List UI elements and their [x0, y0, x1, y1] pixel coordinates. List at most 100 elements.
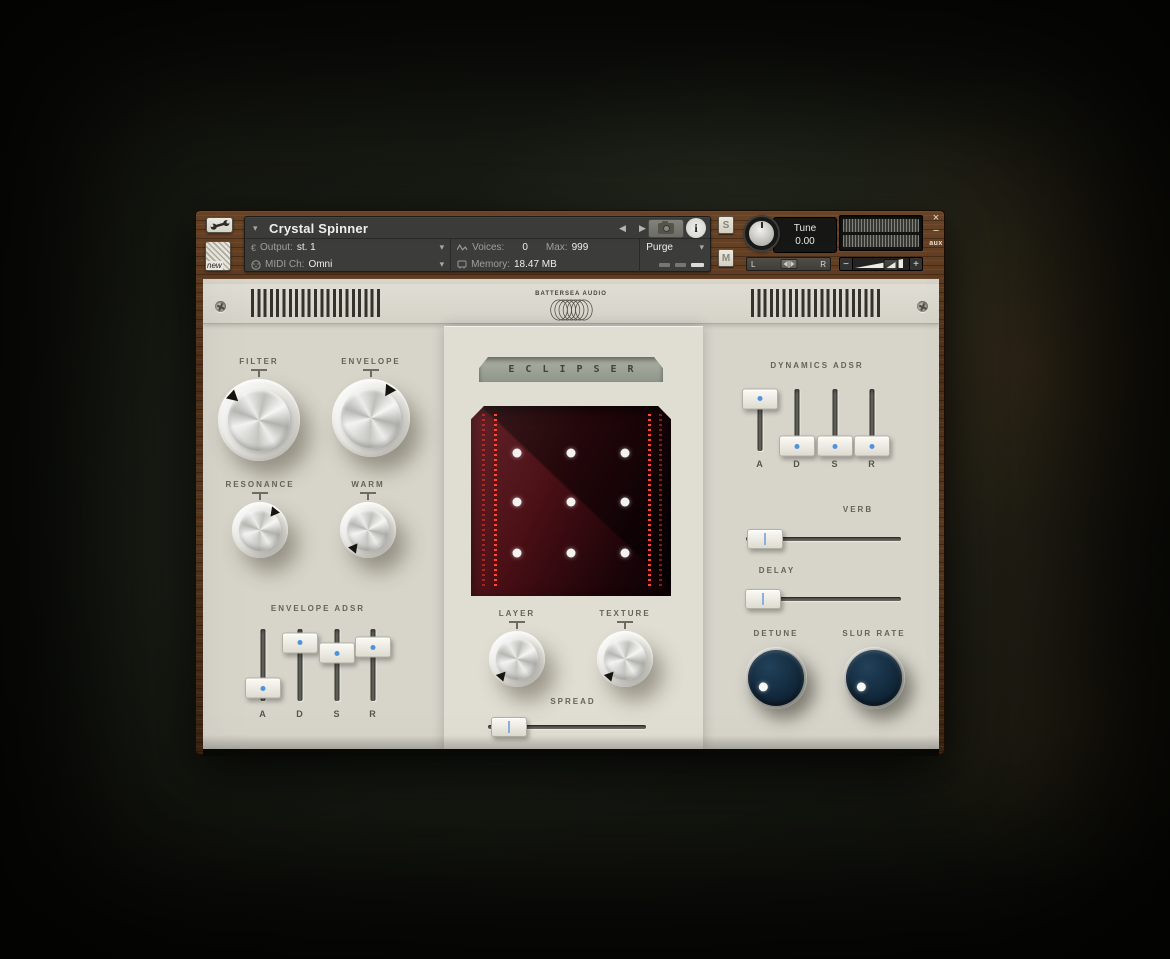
verb-label: VERB	[818, 505, 898, 514]
led-column	[494, 414, 497, 588]
env-release-slider[interactable]: R	[355, 629, 391, 701]
spread-slider[interactable]	[488, 717, 646, 737]
midi-caret-icon: ▾	[440, 259, 445, 270]
dynamics-adsr-title: DYNAMICS ADSR	[737, 361, 897, 370]
slider-handle[interactable]	[745, 589, 781, 609]
xy-grid-dot[interactable]	[513, 549, 522, 558]
slider-handle[interactable]	[854, 436, 890, 457]
envelope-adsr-title: ENVELOPE ADSR	[238, 604, 398, 613]
voices-wave-icon	[457, 243, 468, 252]
slider-handle[interactable]	[817, 436, 853, 457]
slider-handle[interactable]	[319, 643, 355, 664]
memory-chip-icon	[457, 260, 467, 269]
max-label: Max:	[546, 242, 568, 253]
texture-knob[interactable]	[597, 631, 653, 687]
eclipser-display-text: ECLIPSER	[497, 364, 644, 375]
kontakt-instrument-window: new ▾ Crystal Spinner ◀ ▶ i € Output:	[195, 210, 945, 755]
dyn-release-slider[interactable]: R	[854, 389, 890, 451]
minimize-button[interactable]: −	[927, 225, 945, 237]
wrench-icon	[209, 219, 231, 231]
pan-slider[interactable]: L R	[746, 257, 831, 271]
layer-knob[interactable]	[489, 631, 545, 687]
env-decay-slider[interactable]: D	[282, 629, 318, 701]
slider-handle[interactable]	[779, 436, 815, 457]
filter-knob[interactable]	[218, 379, 300, 461]
output-select[interactable]: € Output: st. 1 ▾	[245, 239, 451, 256]
xy-grid-dot[interactable]	[513, 498, 522, 507]
next-instrument-icon[interactable]: ▶	[639, 223, 646, 234]
vent-grille-left	[251, 289, 383, 317]
delay-slider[interactable]	[746, 589, 901, 609]
xy-grid-dot[interactable]	[621, 449, 630, 458]
midi-channel-select[interactable]: MIDI Ch: Omni ▾	[245, 256, 451, 273]
prev-instrument-icon[interactable]: ◀	[619, 223, 626, 234]
slider-handle[interactable]	[742, 388, 778, 409]
mute-button[interactable]: M	[718, 249, 734, 267]
xy-grid-dot[interactable]	[567, 498, 576, 507]
knob-pointer-icon	[348, 540, 361, 553]
solo-button[interactable]: S	[718, 216, 734, 234]
resonance-knob-unit: RESONANCE	[232, 480, 288, 558]
xy-grid-dot[interactable]	[567, 549, 576, 558]
slider-handle[interactable]	[282, 632, 318, 653]
xy-grid-dot[interactable]	[621, 549, 630, 558]
purge-menu[interactable]: Purge ▾	[640, 239, 710, 256]
pan-handle[interactable]	[780, 259, 797, 269]
tune-value[interactable]: 0.00	[795, 236, 814, 247]
slider-handle[interactable]	[747, 529, 783, 549]
detune-knob[interactable]	[745, 647, 807, 709]
delay-label: DELAY	[737, 566, 817, 575]
slider-label: S	[319, 709, 355, 719]
filter-label: FILTER	[239, 357, 278, 366]
volume-minus-button[interactable]: −	[840, 258, 853, 270]
slur-rate-knob[interactable]	[843, 647, 905, 709]
slur-rate-knob-unit: SLUR RATE	[843, 629, 905, 709]
tune-readout: Tune 0.00	[773, 217, 837, 253]
vent-grille-right	[751, 289, 883, 317]
dyn-sustain-slider[interactable]: S	[817, 389, 853, 451]
info-button[interactable]: i	[686, 218, 706, 238]
volume-track[interactable]	[853, 258, 909, 270]
resonance-label: RESONANCE	[225, 480, 294, 489]
pan-right-label: R	[820, 260, 826, 269]
slider-label: R	[355, 709, 391, 719]
knob-pointer-icon	[267, 506, 280, 519]
knob-pointer-icon	[380, 384, 396, 400]
aux-button[interactable]: aux	[927, 240, 945, 247]
new-badge: new	[206, 261, 223, 270]
tune-knob[interactable]	[745, 217, 778, 250]
xy-grid-dot[interactable]	[567, 449, 576, 458]
title-dropdown-caret-icon[interactable]: ▾	[253, 223, 258, 234]
instrument-title[interactable]: Crystal Spinner	[269, 221, 368, 236]
envelope-knob-unit: ENVELOPE	[332, 357, 410, 457]
voices-label: Voices:	[472, 242, 504, 253]
voices-value: 0	[522, 242, 528, 253]
resonance-knob[interactable]	[232, 502, 288, 558]
dyn-decay-slider[interactable]: D	[779, 389, 815, 451]
center-panel: ECLIPSER	[444, 326, 703, 749]
slider-track[interactable]	[335, 629, 340, 701]
envelope-knob[interactable]	[332, 379, 410, 457]
verb-slider[interactable]	[746, 529, 901, 549]
new-instrument-button[interactable]: new	[205, 241, 231, 271]
wrench-edit-button[interactable]	[206, 217, 233, 233]
slider-handle[interactable]	[245, 678, 281, 699]
xy-pad-screen[interactable]	[471, 406, 671, 596]
xy-grid-dot[interactable]	[621, 498, 630, 507]
volume-handle[interactable]	[884, 259, 899, 270]
dyn-attack-slider[interactable]: A	[742, 389, 778, 451]
slider-handle[interactable]	[355, 637, 391, 658]
knob-pointer-icon	[604, 668, 617, 681]
close-button[interactable]: ×	[927, 212, 945, 224]
snapshot-camera-button[interactable]	[648, 219, 684, 238]
kontakt-header: new ▾ Crystal Spinner ◀ ▶ i € Output:	[196, 211, 946, 279]
warm-knob[interactable]	[340, 502, 396, 558]
header-row-3: MIDI Ch: Omni ▾ Memory: 18.47 MB	[245, 256, 710, 273]
volume-plus-button[interactable]: +	[909, 258, 922, 270]
env-sustain-slider[interactable]: S	[319, 629, 355, 701]
slider-handle[interactable]	[491, 717, 527, 737]
xy-grid-dot[interactable]	[513, 449, 522, 458]
volume-slider[interactable]: − +	[839, 257, 923, 271]
env-attack-slider[interactable]: A	[245, 629, 281, 701]
max-value[interactable]: 999	[572, 242, 589, 253]
